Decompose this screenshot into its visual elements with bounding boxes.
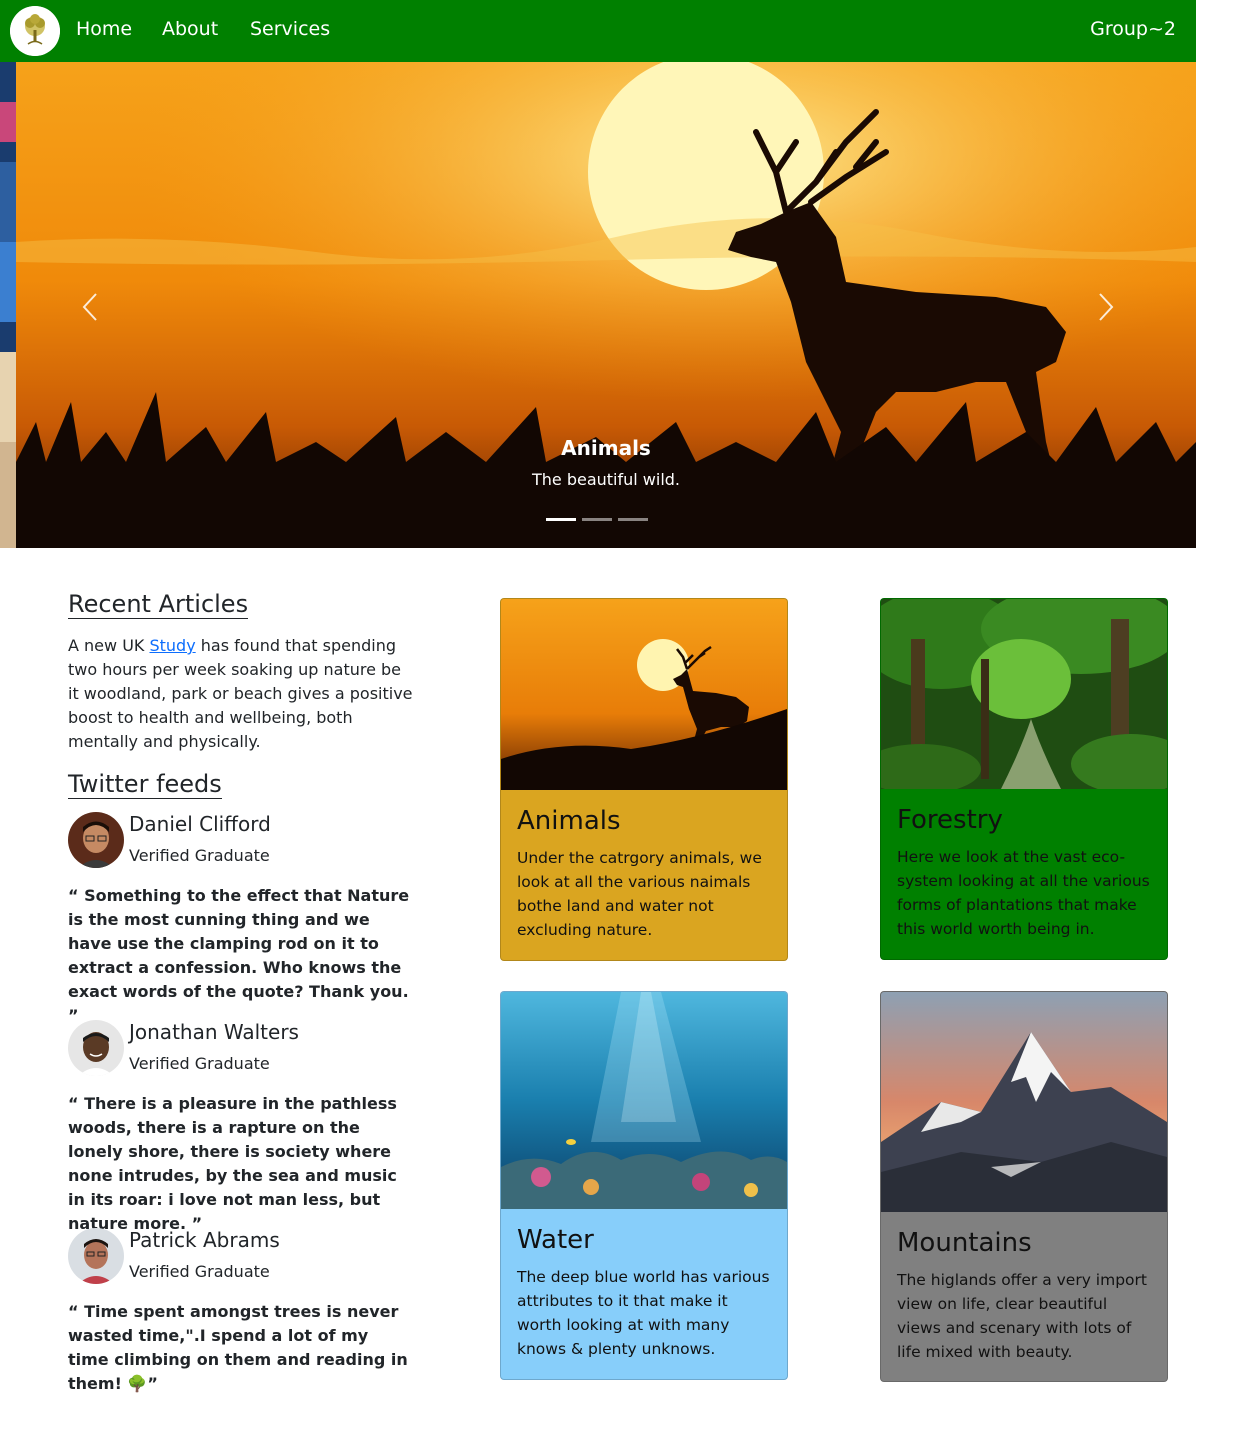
chevron-right-icon bbox=[1099, 293, 1114, 321]
carousel-next-button[interactable] bbox=[1076, 272, 1136, 342]
card-body: Mountains The higlands offer a very impo… bbox=[881, 1212, 1167, 1380]
tree-logo-icon[interactable] bbox=[10, 6, 60, 56]
chevron-left-icon bbox=[82, 293, 97, 321]
carousel-indicator-3[interactable] bbox=[618, 518, 648, 521]
study-link[interactable]: Study bbox=[149, 636, 195, 655]
carousel-caption-text: The beautiful wild. bbox=[531, 470, 681, 489]
top-navbar: Home About Services Group~2 bbox=[0, 0, 1196, 62]
carousel-prev-button[interactable] bbox=[60, 272, 120, 342]
card-water[interactable]: Water The deep blue world has various at… bbox=[500, 991, 788, 1380]
underwater-image bbox=[501, 992, 787, 1209]
card-body: Animals Under the catrgory animals, we l… bbox=[501, 790, 787, 958]
recent-articles-heading: Recent Articles bbox=[68, 590, 249, 619]
avatar[interactable] bbox=[68, 1020, 124, 1076]
carousel-indicator-2[interactable] bbox=[582, 518, 612, 521]
tweet-author-name[interactable]: Daniel Clifford bbox=[129, 812, 271, 836]
tweet-quote: “ Time spent amongst trees is never wast… bbox=[68, 1302, 408, 1393]
navbar-brand[interactable]: Group~2 bbox=[1090, 18, 1176, 40]
card-animals[interactable]: Animals Under the catrgory animals, we l… bbox=[500, 598, 788, 961]
carousel-caption-title: Animals bbox=[561, 436, 651, 460]
tweet-author-name[interactable]: Jonathan Walters bbox=[129, 1020, 299, 1044]
card-forestry[interactable]: Forestry Here we look at the vast eco-sy… bbox=[880, 598, 1168, 960]
tweet-quote: “ There is a pleasure in the pathless wo… bbox=[68, 1094, 397, 1233]
card-mountains[interactable]: Mountains The higlands offer a very impo… bbox=[880, 991, 1168, 1382]
card-title: Mountains bbox=[897, 1228, 1032, 1258]
card-body: Water The deep blue world has various at… bbox=[501, 1209, 787, 1377]
mountain-image bbox=[881, 992, 1167, 1212]
nav-link-home[interactable]: Home bbox=[76, 18, 132, 40]
article-text: A new UK Study has found that spending t… bbox=[68, 634, 413, 754]
deer-sunset-image bbox=[501, 599, 787, 790]
tweet-author-role: Verified Graduate bbox=[129, 846, 270, 865]
tweet-author-name[interactable]: Patrick Abrams bbox=[129, 1228, 280, 1252]
card-text: Here we look at the vast eco-system look… bbox=[897, 848, 1150, 938]
tweet-author-role: Verified Graduate bbox=[129, 1054, 270, 1073]
avatar[interactable] bbox=[68, 1228, 124, 1284]
card-body: Forestry Here we look at the vast eco-sy… bbox=[881, 789, 1167, 957]
card-text: The higlands offer a very import view on… bbox=[897, 1271, 1147, 1361]
hero-carousel: Animals The beautiful wild. bbox=[16, 62, 1196, 548]
twitter-feeds-heading: Twitter feeds bbox=[68, 770, 222, 799]
carousel-indicators bbox=[546, 518, 648, 521]
article-text-start: A new UK bbox=[68, 636, 150, 655]
tweet-author-role: Verified Graduate bbox=[129, 1262, 270, 1281]
card-title: Water bbox=[517, 1225, 594, 1255]
tweet-quote: “ Something to the effect that Nature is… bbox=[68, 886, 410, 1025]
previous-slide-peek-image bbox=[0, 62, 16, 548]
avatar[interactable] bbox=[68, 812, 124, 868]
nav-link-services[interactable]: Services bbox=[250, 18, 330, 40]
forest-image bbox=[881, 599, 1167, 789]
card-text: The deep blue world has various attribut… bbox=[517, 1268, 770, 1358]
card-text: Under the catrgory animals, we look at a… bbox=[517, 849, 762, 939]
carousel-indicator-1[interactable] bbox=[546, 518, 576, 521]
nav-link-about[interactable]: About bbox=[162, 18, 218, 40]
card-title: Forestry bbox=[897, 805, 1003, 835]
card-title: Animals bbox=[517, 806, 621, 836]
